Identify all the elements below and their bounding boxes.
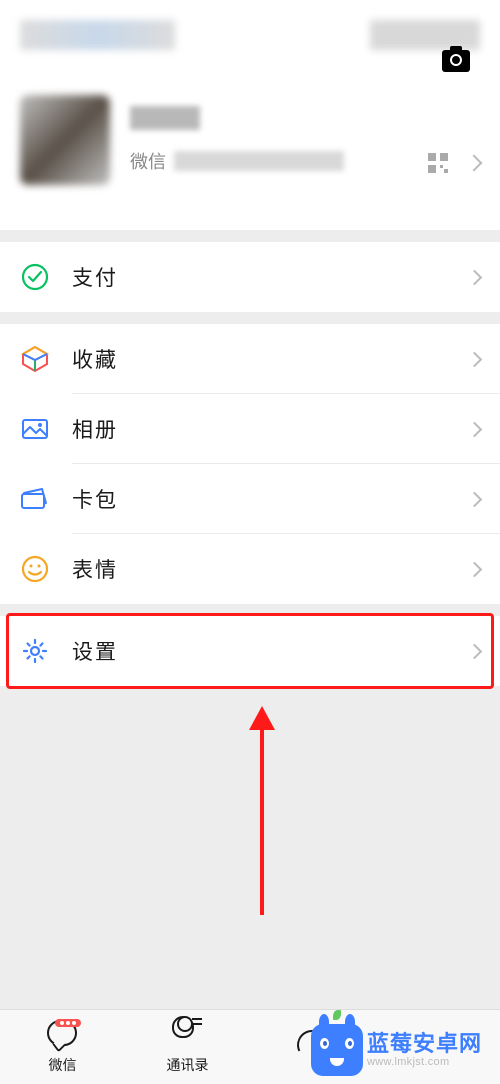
- tab-discover-partial[interactable]: [250, 1010, 375, 1084]
- settings-icon: [20, 636, 50, 666]
- menu-label: 设置: [72, 636, 469, 666]
- chat-icon: [47, 1020, 79, 1052]
- menu-item-favorites[interactable]: 收藏: [0, 324, 500, 394]
- qr-icon[interactable]: [428, 153, 448, 173]
- chevron-right-icon: [467, 643, 483, 659]
- stickers-icon: [20, 554, 50, 584]
- chevron-right-icon: [467, 269, 483, 285]
- album-icon: [20, 414, 50, 444]
- contacts-icon: [172, 1020, 204, 1052]
- annotation-arrow-head: [249, 706, 275, 730]
- tab-chats[interactable]: 微信: [0, 1010, 125, 1084]
- status-blur-right: [370, 20, 480, 50]
- profile-name-blurred: [130, 106, 200, 130]
- tab-me-covered: [375, 1010, 500, 1084]
- menu-item-settings[interactable]: 设置: [0, 616, 500, 686]
- menu-item-cards[interactable]: 卡包: [0, 464, 500, 534]
- menu-label: 卡包: [72, 484, 469, 514]
- menu-item-stickers[interactable]: 表情: [0, 534, 500, 604]
- wechat-id-prefix: 微信: [130, 148, 166, 174]
- camera-icon[interactable]: [442, 50, 470, 72]
- status-blur-left: [20, 20, 175, 50]
- avatar: [20, 95, 110, 185]
- chevron-right-icon: [467, 491, 483, 507]
- profile-row[interactable]: 微信: [20, 95, 480, 185]
- profile-actions: [428, 153, 480, 173]
- menu-label: 相册: [72, 414, 469, 444]
- pay-icon: [20, 262, 50, 292]
- discover-icon: [297, 1030, 329, 1062]
- tab-label: 微信: [49, 1055, 77, 1075]
- chevron-right-icon: [467, 561, 483, 577]
- status-bar-row: [20, 20, 480, 55]
- profile-section: 微信: [0, 0, 500, 230]
- wechat-id-blurred: [174, 151, 344, 171]
- chevron-right-icon: [466, 155, 483, 172]
- annotation-arrow-line: [260, 710, 264, 915]
- cards-icon: [20, 484, 50, 514]
- menu-label: 表情: [72, 554, 469, 584]
- tabbar: 微信 通讯录: [0, 1009, 500, 1084]
- chevron-right-icon: [467, 421, 483, 437]
- favorites-icon: [20, 344, 50, 374]
- menu-item-pay[interactable]: 支付: [0, 242, 500, 312]
- tab-contacts[interactable]: 通讯录: [125, 1010, 250, 1084]
- menu-label: 收藏: [72, 344, 469, 374]
- tab-label: 通讯录: [167, 1055, 209, 1075]
- unread-badge: [55, 1019, 81, 1027]
- chevron-right-icon: [467, 351, 483, 367]
- menu-item-album[interactable]: 相册: [0, 394, 500, 464]
- menu-label: 支付: [72, 262, 469, 292]
